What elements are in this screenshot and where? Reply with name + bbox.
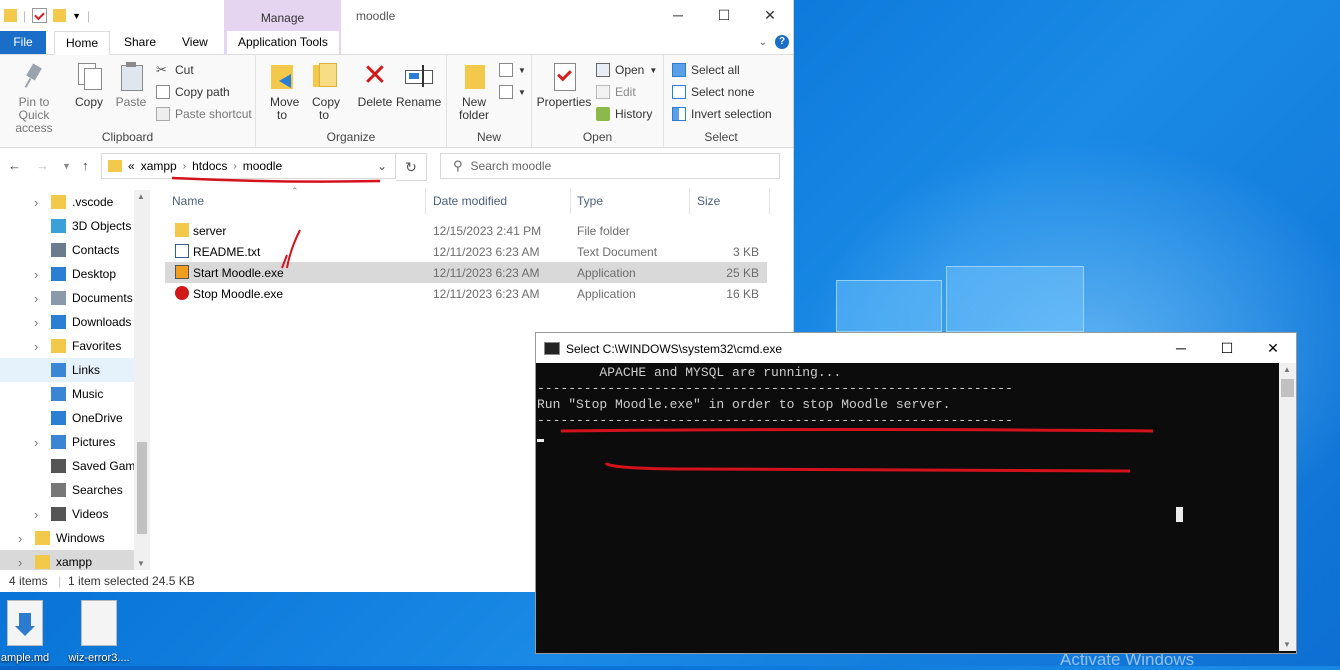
games-icon [51, 459, 66, 473]
chevron-right-icon[interactable]: › [34, 315, 38, 330]
cmd-minimize-button[interactable]: ─ [1158, 333, 1204, 363]
scroll-down-icon[interactable]: ▼ [137, 559, 145, 568]
nav-item-searches[interactable]: Searches [0, 478, 150, 502]
cmd-close-button[interactable]: ✕ [1250, 333, 1296, 363]
cmd-maximize-button[interactable]: ☐ [1204, 333, 1250, 363]
nav-item-videos[interactable]: › Videos [0, 502, 150, 526]
windows-logo-icon [836, 262, 1086, 332]
item-count: 4 items [9, 574, 48, 588]
chevron-right-icon[interactable]: › [34, 435, 38, 450]
annotation-underline-address [171, 176, 381, 269]
nav-item-label: xampp [56, 555, 93, 569]
nav-item-label: Music [72, 387, 104, 401]
desktop-icon-label: ample.md [0, 652, 50, 664]
pictures-icon [51, 435, 66, 449]
scroll-up-icon[interactable]: ▲ [1283, 365, 1291, 374]
nav-item-label: OneDrive [72, 411, 123, 425]
desktop-icon-wiz-error[interactable]: wiz-error3.... [64, 600, 134, 664]
cmd-icon [544, 342, 560, 355]
link-icon [51, 363, 66, 377]
nav-item-xampp[interactable]: › xampp [0, 550, 150, 570]
nav-item-saved-games[interactable]: Saved Games [0, 454, 150, 478]
desktop-icon-label: wiz-error3.... [68, 652, 130, 664]
scrollbar-thumb[interactable] [137, 442, 147, 534]
scrollbar-thumb[interactable] [1281, 379, 1294, 397]
chevron-right-icon[interactable]: › [18, 555, 22, 570]
nav-item-downloads[interactable]: › Downloads [0, 310, 150, 334]
annotation-underline-cmd [560, 428, 1154, 473]
nav-item-label: Windows [56, 531, 105, 545]
videos-icon [51, 507, 66, 521]
folder-icon [35, 555, 50, 569]
selection-info: 1 item selected 24.5 KB [68, 574, 195, 588]
cmd-window: Select C:\WINDOWS\system32\cmd.exe ─ ☐ ✕… [535, 332, 1297, 654]
folder-icon [35, 531, 50, 545]
desktop-icon-md-file[interactable]: ample.md [0, 600, 60, 664]
nav-item-label: Videos [72, 507, 109, 521]
chevron-right-icon[interactable]: › [34, 507, 38, 522]
nav-item-favorites[interactable]: › Favorites [0, 334, 150, 358]
cmd-title: Select C:\WINDOWS\system32\cmd.exe [566, 342, 783, 356]
cmd-titlebar: Select C:\WINDOWS\system32\cmd.exe ─ ☐ ✕ [536, 333, 1296, 363]
scroll-down-icon[interactable]: ▼ [1283, 640, 1291, 649]
download-file-icon [7, 600, 43, 646]
nav-item-music[interactable]: Music [0, 382, 150, 406]
chevron-right-icon[interactable]: › [18, 531, 22, 546]
nav-item-pictures[interactable]: › Pictures [0, 430, 150, 454]
cmd-scrollbar[interactable]: ▲ ▼ [1279, 363, 1296, 651]
music-icon [51, 387, 66, 401]
chevron-right-icon[interactable]: › [34, 339, 38, 354]
search-icon [51, 483, 66, 497]
nav-item-links[interactable]: Links [0, 358, 150, 382]
star-icon [51, 339, 66, 353]
nav-item-windows[interactable]: › Windows [0, 526, 150, 550]
nav-item-label: Favorites [72, 339, 122, 353]
nav-item-onedrive[interactable]: OneDrive [0, 406, 150, 430]
blank-file-icon [81, 600, 117, 646]
nav-item-label: Links [72, 363, 101, 377]
cloud-icon [51, 411, 66, 425]
nav-item-label: Downloads [72, 315, 132, 329]
nav-item-label: Searches [72, 483, 123, 497]
nav-item-label: Pictures [72, 435, 116, 449]
download-icon [51, 315, 66, 329]
